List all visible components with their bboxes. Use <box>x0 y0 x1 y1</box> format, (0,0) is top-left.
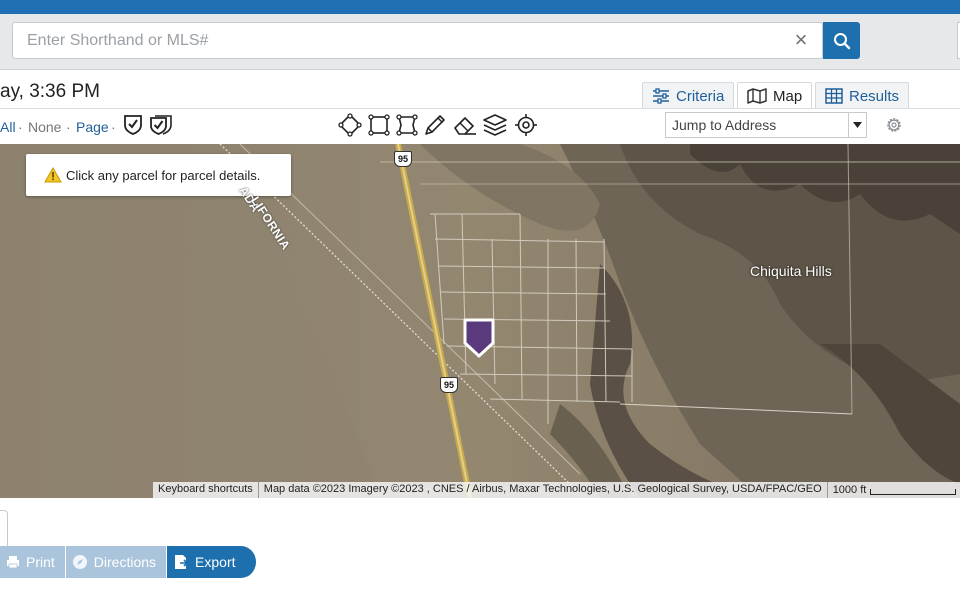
map-scale: 1000 ft <box>827 482 960 498</box>
export-button[interactable]: Export <box>167 546 257 578</box>
jump-to-address-label: Jump to Address <box>672 117 777 133</box>
eraser-tool[interactable] <box>452 112 478 138</box>
rectangle-icon <box>368 114 390 136</box>
place-label: Chiquita Hills <box>750 263 832 279</box>
tab-criteria[interactable]: Criteria <box>642 82 735 109</box>
export-icon <box>175 555 189 569</box>
chevron-down-icon <box>848 113 866 137</box>
page-timestamp: ay, 3:36 PM <box>0 81 100 102</box>
jump-to-address-select[interactable]: Jump to Address <box>665 112 867 138</box>
select-all-link[interactable]: All <box>0 119 16 135</box>
highway-shield: 95 <box>394 151 412 167</box>
separator: · <box>111 119 116 135</box>
rectangle-tool[interactable] <box>366 112 392 138</box>
search-input[interactable] <box>13 23 783 58</box>
map-data-credit: Map data ©2023 Imagery ©2023 , CNES / Ai… <box>258 482 828 498</box>
tab-map[interactable]: Map <box>737 82 813 109</box>
directions-button[interactable]: Directions <box>65 546 168 578</box>
sliders-icon <box>653 88 669 104</box>
map-icon <box>747 88 767 104</box>
tab-results-label: Results <box>849 87 900 105</box>
double-check-shield-button[interactable] <box>148 112 174 138</box>
app-root: × ay, 3:36 PM Criteria Map <box>0 0 960 590</box>
print-label: Print <box>26 554 55 570</box>
map-toolbar: All · None · Page · Jump to Address <box>0 108 960 144</box>
eraser-icon <box>454 117 476 135</box>
check-shield-icon <box>124 115 142 135</box>
polygon-tool[interactable] <box>394 112 420 138</box>
double-check-shield-icon <box>150 115 172 135</box>
layers-icon <box>483 114 507 136</box>
pan-tool[interactable] <box>337 112 363 138</box>
polygon-icon <box>396 114 418 136</box>
pencil-icon <box>425 115 445 135</box>
separator: · <box>18 119 23 135</box>
map-canvas[interactable]: Click any parcel for parcel details. ADA… <box>0 144 960 498</box>
freehand-tool[interactable] <box>422 112 448 138</box>
footer-actions: Print Directions Export <box>0 546 257 578</box>
side-panel-handle[interactable] <box>0 510 8 550</box>
gear-icon <box>887 118 901 132</box>
select-none-link[interactable]: None <box>28 119 61 135</box>
parcel-hint-text: Click any parcel for parcel details. <box>66 167 261 183</box>
search-button[interactable] <box>823 22 860 59</box>
print-button[interactable]: Print <box>0 546 66 578</box>
pan-icon <box>338 113 362 137</box>
layers-tool[interactable] <box>482 112 508 138</box>
locate-icon <box>515 114 537 136</box>
scale-bar <box>870 489 957 495</box>
tab-map-label: Map <box>773 87 803 105</box>
tab-criteria-label: Criteria <box>676 87 725 105</box>
check-shield-button[interactable] <box>120 112 146 138</box>
compass-icon <box>72 555 87 569</box>
keyboard-shortcuts-link[interactable]: Keyboard shortcuts <box>153 482 259 498</box>
search-input-wrapper: × <box>12 22 823 59</box>
top-header-strip <box>0 0 960 14</box>
map-scale-label: 1000 ft <box>832 484 867 496</box>
clear-icon[interactable]: × <box>790 28 812 52</box>
export-label: Export <box>195 554 236 570</box>
select-page-link[interactable]: Page <box>76 119 109 135</box>
search-icon <box>833 32 850 49</box>
directions-label: Directions <box>93 554 157 570</box>
tab-results[interactable]: Results <box>815 82 910 109</box>
map-pin-icon <box>463 318 495 358</box>
search-bar: × <box>0 14 960 70</box>
warning-icon <box>44 167 62 183</box>
table-icon <box>825 88 843 104</box>
map-settings-button[interactable] <box>881 112 907 138</box>
separator: · <box>66 119 71 135</box>
locate-tool[interactable] <box>513 112 539 138</box>
property-marker[interactable] <box>462 317 496 364</box>
map-attribution: Keyboard shortcuts Map data ©2023 Imager… <box>153 482 960 498</box>
printer-icon <box>7 556 19 569</box>
highway-shield: 95 <box>440 377 458 393</box>
